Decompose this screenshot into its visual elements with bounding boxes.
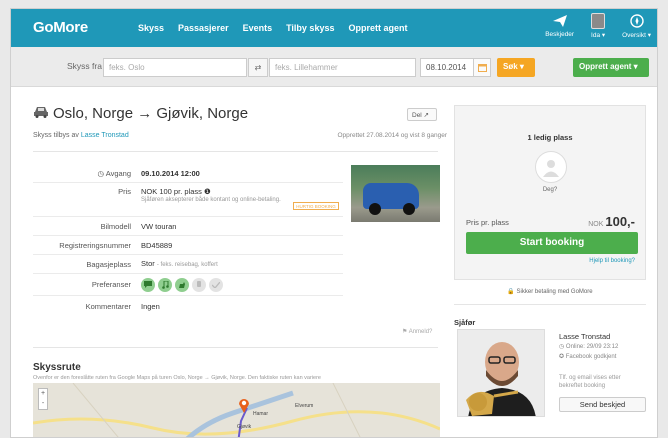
top-nav: GoMore Skyss Passasjerer Events Tilby sk…: [11, 9, 657, 47]
route-description: Ovenfor er den foreslåtte ruten fra Goog…: [33, 375, 321, 381]
detail-row-price: Pris NOK 100 pr. plass ❶ Sjåføren aksept…: [33, 183, 343, 217]
car-icon: [33, 105, 49, 122]
booking-help-link[interactable]: Hjelp til booking?: [589, 258, 635, 264]
to-input[interactable]: feks. Lillehammer: [269, 58, 416, 77]
detail-row-car-model: Bilmodell VW touran: [33, 217, 343, 236]
detail-value: BD45889: [141, 240, 173, 250]
detail-key: Registreringsnummer: [59, 240, 131, 250]
available-seats: 1 ledig plass: [527, 133, 573, 142]
nav-link-offer-ride[interactable]: Tilby skyss: [286, 23, 334, 33]
driver-link[interactable]: Lasse Tronstad: [81, 132, 129, 139]
driver-online: ◷ Online: 29/09 23:12: [559, 344, 619, 350]
logo[interactable]: GoMore: [33, 19, 88, 36]
detail-sub: - feks. reisebag, koffert: [156, 262, 218, 268]
price-amount: 100,-: [605, 214, 635, 229]
detail-value: VW touran: [141, 221, 177, 231]
price-label: Pris pr. plass: [466, 218, 509, 227]
detail-sub: Sjåføren aksepterer både kontant og onli…: [141, 197, 281, 203]
zoom-in-button[interactable]: +: [39, 389, 47, 399]
guest-label: Deg?: [542, 187, 558, 193]
paper-plane-icon: [552, 13, 568, 29]
user-avatar: [591, 13, 606, 29]
created-info: Opprettet 27.08.2014 og vist 8 ganger: [337, 132, 448, 139]
overview-menu[interactable]: Oversikt ▾: [622, 13, 651, 39]
driver-heading: Sjåfør: [454, 318, 476, 327]
search-bar: Skyss fra feks. Oslo ⇄ feks. Lillehammer…: [11, 47, 657, 87]
start-booking-button[interactable]: Start booking: [466, 232, 638, 254]
check-icon: [209, 277, 223, 292]
date-input[interactable]: 08.10.2014: [420, 58, 474, 77]
nav-right: Beskjeder Ida ▾ Oversikt ▾: [545, 13, 651, 39]
divider: [454, 304, 646, 305]
user-label: Ida ▾: [591, 32, 606, 39]
nav-link-skyss[interactable]: Skyss: [138, 23, 164, 33]
detail-key: Bilmodell: [100, 221, 131, 231]
overview-label: Oversikt ▾: [622, 32, 651, 39]
compass-icon: [629, 13, 645, 29]
offered-prefix: Skyss tilbys av: [33, 132, 79, 139]
price-value: NOK 100,-: [588, 214, 635, 229]
send-message-button[interactable]: Send beskjed: [559, 397, 646, 412]
price-currency: NOK: [588, 221, 604, 228]
divider: [33, 347, 438, 348]
divider: [33, 151, 438, 152]
booking-panel: 1 ledig plass Deg? Pris pr. plass NOK 10…: [454, 105, 646, 280]
detail-key: Bagasjeplass: [86, 259, 131, 269]
detail-key: Kommentarer: [85, 301, 131, 311]
calendar-icon[interactable]: [474, 58, 491, 77]
detail-row-comments: Kommentarer Ingen: [33, 296, 343, 316]
nav-links: Skyss Passasjerer Events Tilby skyss Opp…: [138, 23, 407, 33]
guest-avatar-icon: [535, 151, 567, 183]
driver-facebook: ✪ Facebook godkjent: [559, 354, 617, 360]
detail-row-registration: Registreringsnummer BD45889: [33, 236, 343, 255]
offered-by: Skyss tilbys av Lasse Tronstad: [33, 132, 129, 139]
nav-link-passengers[interactable]: Passasjerer: [178, 23, 229, 33]
detail-key: Preferanser: [91, 280, 131, 289]
route-heading: Skyssrute: [33, 362, 81, 373]
share-button[interactable]: Del ↗: [407, 108, 437, 121]
nav-link-create-agent[interactable]: Opprett agent: [348, 23, 407, 33]
car-photo[interactable]: [351, 165, 440, 222]
detail-value: 09.10.2014 12:00: [141, 168, 200, 178]
map-label: Elverum: [295, 403, 314, 409]
detail-row-preferences: Preferanser: [33, 274, 343, 296]
driver-photo[interactable]: [457, 329, 545, 417]
page: GoMore Skyss Passasjerer Events Tilby sk…: [10, 8, 658, 438]
detail-key: Pris: [118, 187, 131, 196]
messages-nav[interactable]: Beskjeder: [545, 13, 574, 39]
smoking-icon: [192, 277, 206, 292]
detail-value: Ingen: [141, 301, 160, 311]
detail-value: NOK 100 pr. plass ❶: [141, 187, 211, 196]
trip-title: Oslo, Norge → Gjøvik, Norge: [53, 105, 249, 122]
user-menu[interactable]: Ida ▾: [590, 13, 606, 39]
from-input[interactable]: feks. Oslo: [103, 58, 247, 77]
page-title: Oslo, Norge → Gjøvik, Norge: [33, 105, 248, 122]
nav-link-events[interactable]: Events: [243, 23, 273, 33]
detail-key: ◷ Avgang: [97, 168, 131, 178]
secure-payment: 🔒 Sikker betaling med GoMore: [507, 289, 593, 295]
preference-icons: [141, 277, 343, 292]
create-agent-button[interactable]: Opprett agent ▾: [573, 58, 649, 77]
map-label: Hamar: [253, 411, 269, 417]
detail-row-departure: ◷ Avgang 09.10.2014 12:00: [33, 164, 343, 183]
detail-value: Stor: [141, 259, 155, 268]
messages-label: Beskjeder: [545, 31, 575, 38]
report-link[interactable]: ⚑ Anmeld?: [402, 328, 432, 335]
detail-row-luggage: Bagasjeplass Stor - feks. reisebag, koff…: [33, 255, 343, 274]
map-zoom-control[interactable]: + -: [38, 388, 48, 410]
zoom-out-button[interactable]: -: [39, 399, 47, 409]
route-map[interactable]: + - Hamar Elverum Gjøvik: [33, 383, 440, 437]
chat-icon: [141, 277, 155, 292]
music-icon: [158, 277, 172, 292]
search-button[interactable]: Søk ▾: [497, 58, 535, 77]
search-label: Skyss fra: [67, 61, 102, 71]
map-label: Gjøvik: [237, 424, 252, 430]
pet-icon: [175, 277, 189, 292]
driver-name: Lasse Tronstad: [559, 332, 611, 341]
map-pin-icon: [238, 397, 250, 415]
contact-note: Tlf. og email vises etter bekreftet book…: [559, 375, 621, 389]
trip-details: ◷ Avgang 09.10.2014 12:00 Pris NOK 100 p…: [33, 164, 343, 316]
flash-booking-badge: HURTIG BOOKING: [293, 202, 339, 210]
swap-button[interactable]: ⇄: [248, 58, 268, 77]
